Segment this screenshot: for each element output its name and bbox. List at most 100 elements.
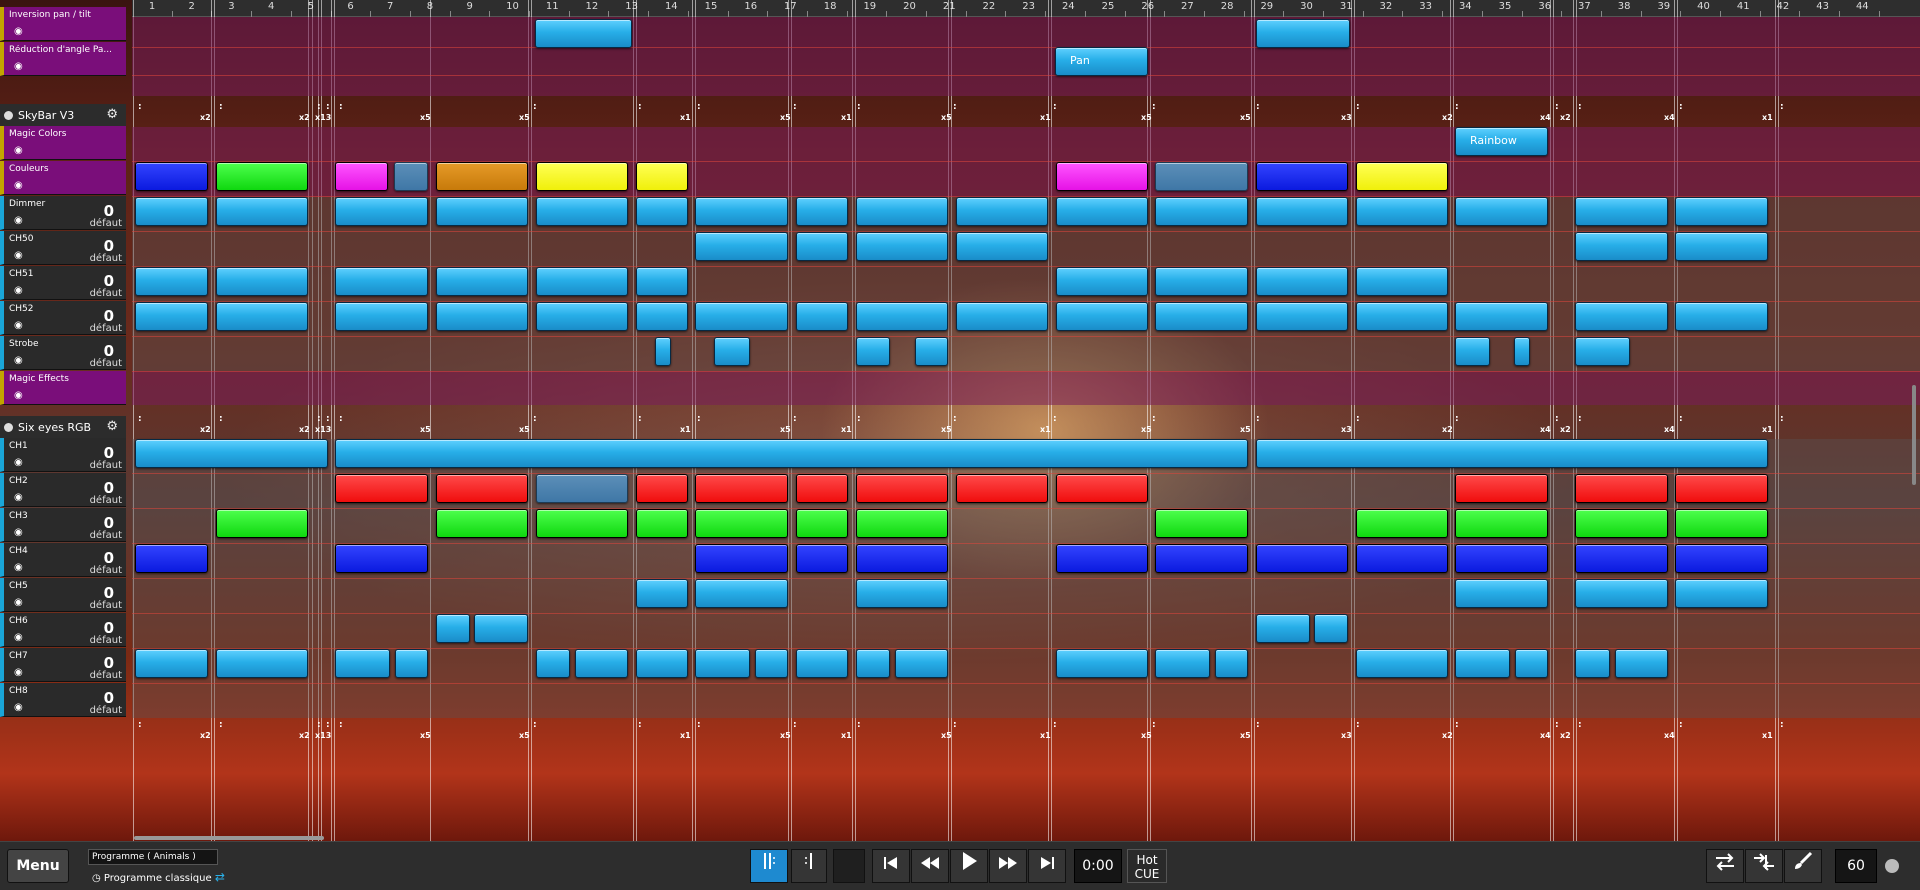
color-clip[interactable]: [216, 162, 308, 191]
track-row[interactable]: Inversion pan / tilt ◉: [0, 7, 126, 41]
clip-block[interactable]: [1356, 302, 1448, 331]
swap-button[interactable]: [1706, 849, 1744, 883]
color-clip[interactable]: [856, 544, 948, 573]
eye-icon[interactable]: ◉: [14, 457, 23, 468]
track-row[interactable]: CH3 ◉ 0 défaut: [0, 508, 126, 542]
clip-block[interactable]: [636, 302, 688, 331]
clip-block[interactable]: [216, 197, 308, 226]
color-clip[interactable]: [135, 162, 208, 191]
color-clip[interactable]: [1155, 544, 1248, 573]
eye-icon[interactable]: ◉: [14, 527, 23, 538]
color-clip[interactable]: [1356, 509, 1448, 538]
color-clip[interactable]: [1056, 162, 1148, 191]
color-clip[interactable]: [1455, 474, 1548, 503]
loop-icon[interactable]: ⇄: [215, 870, 225, 884]
clip-block[interactable]: [1455, 579, 1548, 608]
clip-block[interactable]: [915, 337, 948, 366]
clip-block[interactable]: [1575, 649, 1610, 678]
clip-block[interactable]: [1215, 649, 1248, 678]
clip-block[interactable]: [536, 649, 570, 678]
track-row[interactable]: CH4 ◉ 0 défaut: [0, 543, 126, 577]
color-clip[interactable]: [1575, 474, 1668, 503]
merge-button[interactable]: [1745, 849, 1783, 883]
color-clip[interactable]: [956, 474, 1048, 503]
eye-icon[interactable]: ◉: [14, 250, 23, 261]
color-clip[interactable]: [1356, 162, 1448, 191]
clip-block[interactable]: [856, 197, 948, 226]
track-row[interactable]: CH1 ◉ 0 défaut: [0, 438, 126, 472]
clip-block[interactable]: [135, 267, 208, 296]
track-row[interactable]: Strobe ◉ 0 défaut: [0, 336, 126, 370]
horizontal-scrollbar[interactable]: [134, 836, 324, 840]
clip-block[interactable]: [1056, 649, 1148, 678]
color-clip[interactable]: [1356, 544, 1448, 573]
clip-block[interactable]: [1455, 302, 1548, 331]
clip-block[interactable]: [695, 232, 788, 261]
blank-button[interactable]: [833, 849, 865, 883]
color-clip[interactable]: [536, 162, 628, 191]
color-clip[interactable]: [1256, 162, 1348, 191]
color-clip[interactable]: [436, 162, 528, 191]
track-row[interactable]: CH6 ◉ 0 défaut: [0, 613, 126, 647]
track-row[interactable]: Magic Colors ◉: [0, 126, 126, 160]
color-clip[interactable]: [335, 162, 388, 191]
color-clip[interactable]: [1056, 474, 1148, 503]
clip-block[interactable]: [1575, 232, 1668, 261]
clip-block[interactable]: [796, 302, 848, 331]
rainbow-clip[interactable]: Rainbow: [1455, 127, 1548, 156]
color-clip[interactable]: [1155, 509, 1248, 538]
track-row[interactable]: CH5 ◉ 0 défaut: [0, 578, 126, 612]
clip-block[interactable]: [1356, 649, 1448, 678]
color-clip[interactable]: [636, 474, 688, 503]
clip-block[interactable]: [695, 302, 788, 331]
clip-block[interactable]: [1575, 337, 1630, 366]
clip-block[interactable]: [655, 337, 671, 366]
color-clip[interactable]: [1575, 509, 1668, 538]
color-clip[interactable]: [394, 162, 428, 191]
fast-forward-button[interactable]: [989, 849, 1027, 883]
track-row[interactable]: Réduction d'angle Pa... ◉: [0, 42, 126, 76]
eye-icon[interactable]: ◉: [14, 285, 23, 296]
clip-block[interactable]: [796, 649, 848, 678]
color-clip[interactable]: [216, 509, 308, 538]
timeline-ruler[interactable]: 1234567891011121314151617181920212223242…: [132, 0, 1920, 17]
clip-block[interactable]: [1575, 579, 1668, 608]
clip-block[interactable]: [535, 19, 632, 48]
clip-block[interactable]: [1256, 614, 1310, 643]
clip-block[interactable]: [796, 232, 848, 261]
color-clip[interactable]: [1256, 544, 1348, 573]
eye-icon[interactable]: ◉: [14, 61, 23, 72]
eye-icon[interactable]: ◉: [14, 215, 23, 226]
clip-block[interactable]: [1675, 302, 1768, 331]
clip-block[interactable]: [1675, 579, 1768, 608]
color-clip[interactable]: [1675, 509, 1768, 538]
eye-icon[interactable]: ◉: [14, 320, 23, 331]
clip-block[interactable]: [1575, 302, 1668, 331]
clip-block[interactable]: [714, 337, 750, 366]
collapse-icon[interactable]: [4, 111, 13, 120]
menu-button[interactable]: Menu: [7, 849, 69, 883]
color-clip[interactable]: [796, 474, 848, 503]
clip-block[interactable]: [216, 267, 308, 296]
clip-block[interactable]: [1455, 337, 1490, 366]
gear-icon[interactable]: ⚙: [106, 107, 118, 122]
clip-block[interactable]: [1256, 267, 1348, 296]
track-row[interactable]: Couleurs ◉: [0, 161, 126, 195]
track-row[interactable]: CH52 ◉ 0 défaut: [0, 301, 126, 335]
color-clip[interactable]: [1675, 474, 1768, 503]
eye-icon[interactable]: ◉: [14, 390, 23, 401]
clip-block[interactable]: [636, 579, 688, 608]
clip-block[interactable]: [1615, 649, 1668, 678]
collapse-icon[interactable]: [4, 423, 13, 432]
bpm-display[interactable]: 60: [1835, 849, 1877, 883]
clip-block[interactable]: [335, 197, 428, 226]
clip-block[interactable]: [636, 267, 688, 296]
color-clip[interactable]: [1675, 544, 1768, 573]
track-row[interactable]: CH50 ◉ 0 défaut: [0, 231, 126, 265]
clip-block[interactable]: [1256, 197, 1348, 226]
clip-block[interactable]: [436, 302, 528, 331]
clip-block[interactable]: [1356, 197, 1448, 226]
clip-block[interactable]: [1675, 197, 1768, 226]
clip-block[interactable]: [135, 439, 328, 468]
program-mode[interactable]: ◷ Programme classique ⇄: [92, 870, 225, 884]
